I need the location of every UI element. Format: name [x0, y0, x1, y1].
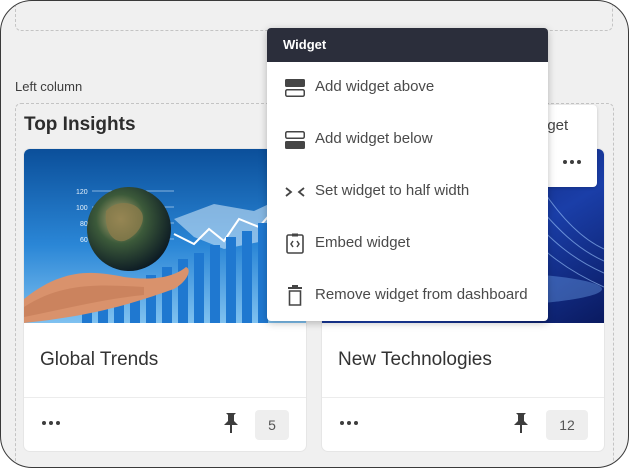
left-column-label: Left column — [15, 79, 83, 94]
more-options-icon[interactable] — [338, 412, 360, 432]
more-options-icon[interactable] — [40, 412, 62, 432]
svg-text:60: 60 — [80, 237, 88, 244]
card-title: New Technologies — [338, 349, 492, 370]
pin-icon[interactable] — [223, 412, 239, 434]
half-width-icon — [283, 180, 307, 204]
menu-item-label: Remove widget from dashboard — [315, 286, 528, 303]
menu-item-half-width[interactable]: Set widget to half width — [267, 166, 548, 218]
add-below-icon — [283, 128, 307, 152]
pin-icon[interactable] — [513, 412, 529, 434]
svg-text:80: 80 — [80, 221, 88, 228]
menu-item-label: Set widget to half width — [315, 182, 470, 199]
app-frame: Left column Top Insights 120 100 80 60 G… — [0, 0, 629, 468]
menu-item-add-widget-below[interactable]: Add widget below — [267, 114, 548, 166]
section-title: Top Insights — [24, 114, 136, 135]
pin-count: 12 — [546, 410, 588, 440]
card-footer: 12 — [322, 397, 604, 451]
menu-item-label: Add widget above — [315, 78, 435, 95]
menu-item-label: Add widget below — [315, 130, 433, 147]
svg-text:120: 120 — [76, 189, 88, 196]
svg-text:100: 100 — [76, 205, 88, 212]
menu-item-label: Embed widget — [315, 234, 411, 251]
embed-icon — [283, 232, 307, 256]
add-above-icon — [283, 76, 307, 100]
card-footer: 5 — [24, 397, 306, 451]
card-title: Global Trends — [40, 349, 159, 370]
pin-count: 5 — [255, 410, 289, 440]
menu-item-embed-widget[interactable]: Embed widget — [267, 218, 548, 270]
menu-item-add-widget-above[interactable]: Add widget above — [267, 62, 548, 114]
trash-icon — [283, 284, 307, 308]
card-global-trends[interactable]: 120 100 80 60 Global Trends 5 — [24, 149, 306, 451]
menu-header: Widget — [267, 28, 548, 62]
card-image-globe: 120 100 80 60 — [24, 149, 306, 323]
widget-context-menu: Widget Add widget above Add widget below… — [267, 28, 548, 321]
menu-item-remove-widget[interactable]: Remove widget from dashboard — [267, 270, 548, 321]
top-drop-zone — [15, 1, 613, 31]
more-options-icon[interactable] — [561, 151, 583, 171]
